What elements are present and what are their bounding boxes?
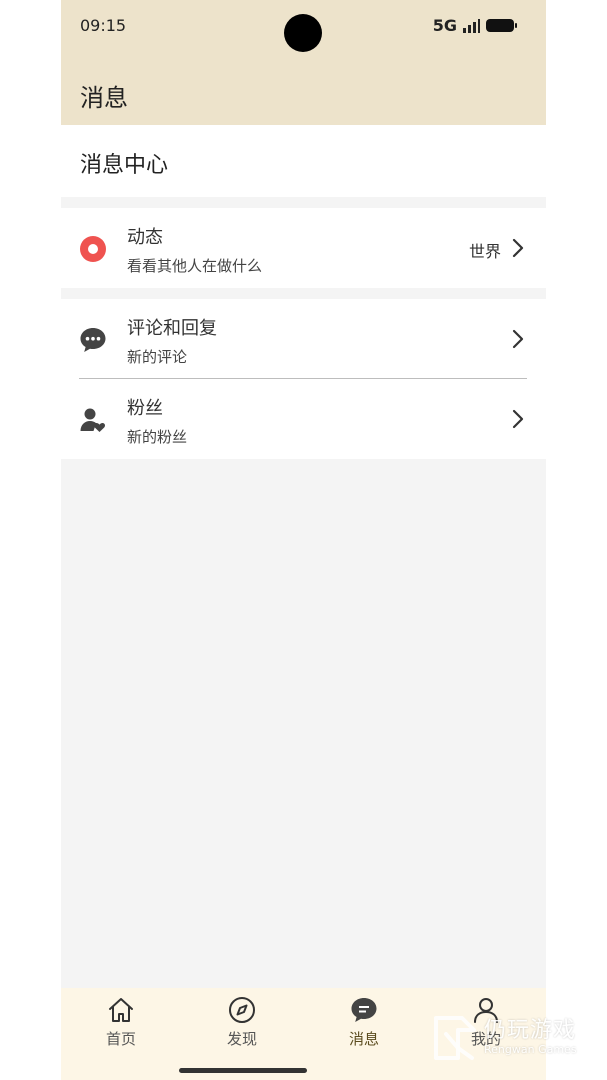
top-bar: 09:15 5G 消息 [61,0,546,125]
watermark: 仍玩游戏 Rengwan Games [432,1010,592,1065]
network-type: 5G [432,16,457,35]
card-activity: 动态 看看其他人在做什么 世界 [61,208,546,288]
signal-icon [463,18,480,33]
tab-messages[interactable]: 消息 [324,996,404,1049]
home-icon [109,998,133,1022]
row-title: 评论和回复 [127,318,217,339]
app-screen: 09:15 5G 消息 消息中心 动态 看看其他人在做什么 世界 评论和回复 新… [61,0,546,1080]
page-title: 消息 [80,84,128,112]
section-title: 消息中心 [80,153,169,178]
row-right-text: 世界 [468,242,501,261]
tab-home[interactable]: 首页 [81,996,161,1049]
watermark-text: 仍玩游戏 [484,1018,577,1043]
tab-label: 消息 [348,1030,379,1048]
row-title: 动态 [127,227,163,248]
row-subtitle: 新的评论 [127,348,188,366]
status-icons: 5G [432,16,517,35]
row-activity[interactable]: 动态 看看其他人在做什么 世界 [61,208,546,288]
tab-label: 首页 [105,1030,136,1048]
comment-icon [80,328,106,352]
row-fans[interactable]: 粉丝 新的粉丝 [61,379,546,459]
row-title: 粉丝 [127,398,163,419]
section-header: 消息中心 [61,125,546,197]
row-comments[interactable]: 评论和回复 新的评论 [61,299,546,379]
chevron-right-icon [512,409,524,429]
camera-cutout [284,14,322,52]
compass-icon [229,997,255,1023]
home-indicator [179,1068,307,1073]
battery-icon [486,19,517,32]
fans-icon [80,408,106,432]
watermark-logo-icon [434,1016,476,1060]
chevron-right-icon [512,238,524,258]
row-subtitle: 新的粉丝 [127,428,188,446]
chevron-right-icon [512,329,524,349]
row-subtitle: 看看其他人在做什么 [127,257,263,275]
watermark-subtext: Rengwan Games [484,1043,577,1056]
tab-label: 发现 [226,1030,257,1048]
status-time: 09:15 [80,16,127,35]
message-icon [351,998,377,1022]
tab-discover[interactable]: 发现 [202,996,282,1049]
card-notifications: 评论和回复 新的评论 粉丝 新的粉丝 [61,299,546,459]
record-icon [80,236,106,262]
